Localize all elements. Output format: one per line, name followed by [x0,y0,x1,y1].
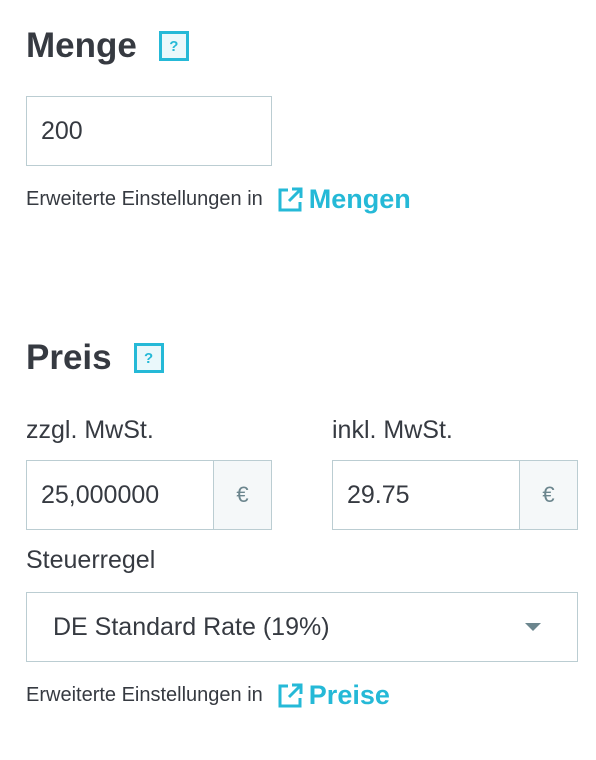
quantity-input[interactable]: 200 [26,96,272,166]
price-incl-value[interactable]: 29.75 [333,461,519,529]
quantity-value: 200 [41,116,83,145]
tax-rule-select[interactable]: DE Standard Rate (19%) [26,592,578,662]
quantity-section-title: Menge ? [26,26,189,66]
price-incl-input[interactable]: 29.75 € [332,460,578,530]
price-title: Preis [26,338,112,377]
chevron-down-icon [525,623,541,631]
tax-rule-label: Steuerregel [26,546,156,574]
external-link-icon [278,683,303,707]
help-icon[interactable]: ? [158,31,189,61]
external-link-icon [278,187,303,211]
quantity-hint-text: Erweiterte Einstellungen in [26,188,263,210]
quantities-link-label: Mengen [308,184,411,214]
price-incl-label: inkl. MwSt. [332,416,453,444]
quantities-link[interactable]: Mengen [275,184,411,215]
price-excl-value[interactable]: 25,000000 [27,461,213,529]
tax-rule-value: DE Standard Rate (19%) [53,612,330,641]
price-hint: Erweiterte Einstellungen in Preise [26,680,390,711]
help-icon[interactable]: ? [133,343,164,373]
price-section-title: Preis ? [26,338,164,378]
price-excl-input[interactable]: 25,000000 € [26,460,272,530]
prices-link-label: Preise [308,680,390,710]
quantity-title: Menge [26,26,137,65]
currency-addon: € [519,461,577,529]
price-hint-text: Erweiterte Einstellungen in [26,684,263,706]
quantity-hint: Erweiterte Einstellungen in Mengen [26,184,411,215]
price-excl-label: zzgl. MwSt. [26,416,154,444]
currency-addon: € [213,461,271,529]
prices-link[interactable]: Preise [275,680,390,711]
